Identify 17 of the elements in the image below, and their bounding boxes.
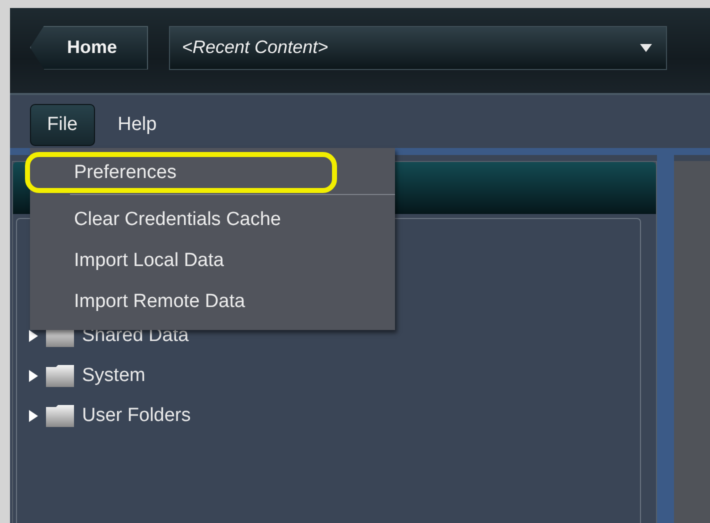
- menu-option[interactable]: Import Remote Data: [30, 281, 395, 322]
- menu-item[interactable]: Help: [100, 104, 174, 146]
- expand-arrow-icon[interactable]: [29, 330, 38, 342]
- home-button[interactable]: Home: [30, 26, 148, 70]
- dropdown-value: <Recent Content>: [182, 37, 328, 58]
- folder-icon: [45, 364, 75, 388]
- menu-option[interactable]: Clear Credentials Cache: [30, 199, 395, 240]
- folder-icon: [45, 404, 75, 428]
- caret-icon: [640, 44, 652, 52]
- recent-content-dropdown[interactable]: <Recent Content>: [169, 26, 667, 70]
- expand-arrow-icon[interactable]: [29, 370, 38, 382]
- expand-arrow-icon[interactable]: [29, 410, 38, 422]
- menu-option[interactable]: Preferences: [25, 152, 337, 193]
- menu-option[interactable]: Import Local Data: [30, 240, 395, 281]
- folder-label[interactable]: System: [82, 365, 146, 387]
- folder-label[interactable]: User Folders: [82, 405, 191, 427]
- menu-item[interactable]: File: [30, 104, 95, 146]
